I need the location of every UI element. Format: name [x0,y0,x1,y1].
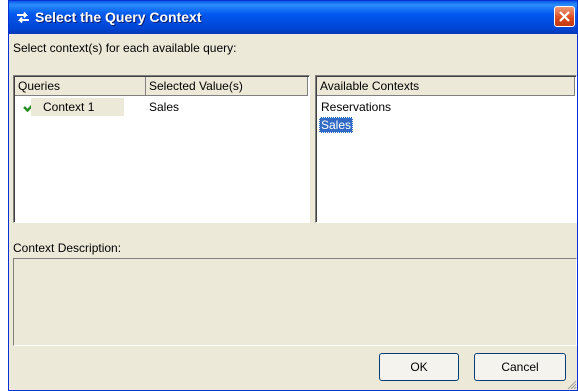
query-selected-value: Sales [149,100,180,114]
close-button[interactable] [554,6,575,27]
query-name: Context 1 [31,98,124,116]
queries-list[interactable]: Queries Selected Value(s) Context 1 Sale… [13,75,310,223]
ok-button[interactable]: OK [379,353,459,381]
instruction-text: Select context(s) for each available que… [13,41,237,55]
query-row[interactable]: Context 1 Sales [15,98,307,116]
context-description-label: Context Description: [13,241,122,255]
context-item-sales[interactable]: Sales [319,117,354,133]
dialog-window: Select the Query Context Select context(… [8,0,578,391]
column-header-queries[interactable]: Queries [15,77,146,96]
context-item-reservations[interactable]: Reservations [319,99,393,115]
title-bar[interactable]: Select the Query Context [9,1,577,34]
dialog-title: Select the Query Context [35,9,202,25]
column-header-selected-values[interactable]: Selected Value(s) [146,77,308,96]
close-x-icon [559,11,570,22]
cancel-button[interactable]: Cancel [474,353,566,381]
available-contexts-list[interactable]: Available Contexts Reservations Sales [315,75,577,223]
context-description-box [13,258,577,346]
resize-grip-icon[interactable] [565,378,577,390]
column-header-available-contexts[interactable]: Available Contexts [317,77,575,96]
swap-arrows-icon [17,11,29,24]
